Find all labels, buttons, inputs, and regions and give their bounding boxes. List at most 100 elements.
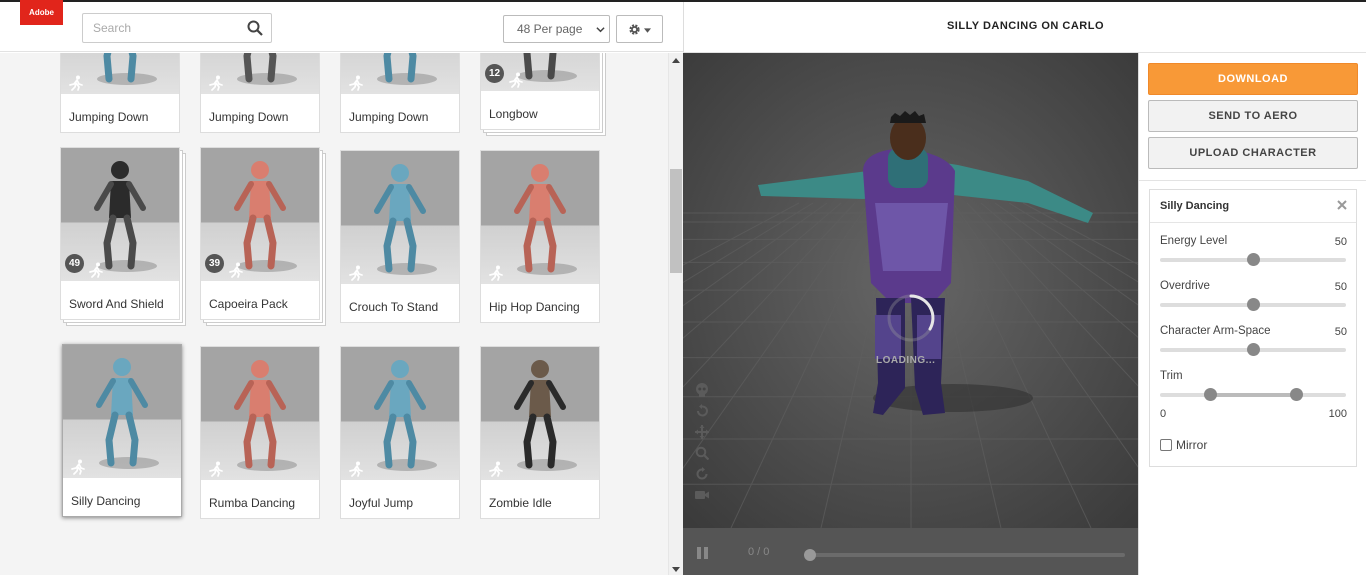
per-page-select[interactable]: 48 Per page <box>503 15 610 43</box>
animation-card-label: Joyful Jump <box>349 496 414 510</box>
rotate-icon[interactable] <box>695 467 709 481</box>
card-face[interactable]: Zombie Idle <box>480 346 600 519</box>
animation-thumbnail: 49 <box>61 148 179 281</box>
animation-thumbnail <box>201 347 319 480</box>
animation-type-icon <box>89 262 103 278</box>
overdrive-label: Overdrive <box>1160 280 1210 292</box>
animation-type-icon <box>489 265 503 281</box>
move-icon[interactable] <box>695 425 709 439</box>
animation-card-label: Capoeira Pack <box>209 297 288 311</box>
per-page-value: 48 Per page <box>517 22 583 36</box>
card-face[interactable]: Joyful Jump <box>340 346 460 519</box>
trim-end-handle[interactable] <box>1289 388 1303 401</box>
energy-level-slider[interactable] <box>1160 253 1346 266</box>
adobe-logo[interactable]: Adobe <box>20 0 63 25</box>
settings-title: Silly Dancing <box>1160 200 1230 212</box>
animation-card-label: Rumba Dancing <box>209 496 296 510</box>
timeline-handle[interactable] <box>804 549 816 561</box>
animation-card-label: Jumping Down <box>349 110 429 124</box>
energy-level-handle[interactable] <box>1247 253 1260 266</box>
card-face[interactable]: 39 Capoeira Pack <box>200 147 320 320</box>
pause-button[interactable] <box>697 547 710 559</box>
close-icon[interactable] <box>1337 200 1347 210</box>
trim-range-fill <box>1210 393 1296 397</box>
animation-card[interactable]: Jumping Down <box>60 53 180 133</box>
animation-card[interactable]: 49 Sword And Shield <box>60 147 186 326</box>
trim-start-handle[interactable] <box>1204 388 1218 401</box>
animation-type-icon <box>69 75 83 91</box>
skull-icon[interactable] <box>695 383 709 397</box>
viewer-header: SILLY DANCING ON CARLO <box>683 2 1366 53</box>
3d-viewer[interactable]: LOADING... 0 / 0 <box>683 53 1138 575</box>
animation-card[interactable]: Hip Hop Dancing <box>480 150 600 323</box>
animation-card-label: Longbow <box>489 107 538 121</box>
loading-text: LOADING... <box>876 355 936 366</box>
card-face[interactable]: Jumping Down <box>340 53 460 133</box>
trim-max-value: 100 <box>1328 408 1347 420</box>
panel-divider <box>1139 180 1366 181</box>
card-face[interactable]: Hip Hop Dancing <box>480 150 600 323</box>
search-icon[interactable] <box>247 20 263 36</box>
animation-card[interactable]: Jumping Down <box>200 53 320 133</box>
animation-thumbnail <box>341 151 459 284</box>
overdrive-slider[interactable] <box>1160 298 1346 311</box>
animation-grid: Jumping Down Jumping Down Jumping Down 12 Lo… <box>0 53 668 575</box>
card-face[interactable]: Rumba Dancing <box>200 346 320 519</box>
energy-level-label: Energy Level <box>1160 235 1228 247</box>
mirror-checkbox[interactable] <box>1160 439 1172 451</box>
overdrive-handle[interactable] <box>1247 298 1260 311</box>
upload-character-button[interactable]: UPLOAD CHARACTER <box>1148 137 1358 169</box>
animation-card[interactable]: Crouch To Stand <box>340 150 460 323</box>
animation-type-icon <box>209 75 223 91</box>
scroll-thumb[interactable] <box>670 169 682 273</box>
animation-card[interactable]: 39 Capoeira Pack <box>200 147 326 326</box>
arm-space-label: Character Arm-Space <box>1160 325 1271 337</box>
undo-icon[interactable] <box>695 404 709 418</box>
mirror-option[interactable]: Mirror <box>1160 438 1207 452</box>
card-face[interactable]: Jumping Down <box>60 53 180 133</box>
trim-label: Trim <box>1160 370 1183 382</box>
playback-bar: 0 / 0 <box>683 528 1138 575</box>
download-button[interactable]: DOWNLOAD <box>1148 63 1358 95</box>
animation-card[interactable]: Rumba Dancing <box>200 346 320 519</box>
gear-icon <box>629 24 640 35</box>
animation-card[interactable]: Jumping Down <box>340 53 460 133</box>
pack-count-badge: 12 <box>485 64 504 83</box>
animation-card[interactable]: Zombie Idle <box>480 346 600 519</box>
animation-card[interactable]: Joyful Jump <box>340 346 460 519</box>
search-input[interactable] <box>82 13 272 43</box>
pack-count-badge: 49 <box>65 254 84 273</box>
arm-space-value: 50 <box>1334 326 1347 338</box>
animation-type-icon <box>209 461 223 477</box>
animation-card-label: Jumping Down <box>69 110 149 124</box>
card-face[interactable]: 49 Sword And Shield <box>60 147 180 320</box>
scroll-up-arrow[interactable] <box>672 58 680 63</box>
energy-level-value: 50 <box>1334 236 1347 248</box>
scroll-down-arrow[interactable] <box>672 567 680 572</box>
card-face[interactable]: Jumping Down <box>200 53 320 133</box>
grid-scrollbar[interactable] <box>668 53 683 575</box>
animation-card[interactable]: 12 Longbow <box>480 53 606 136</box>
animation-settings-panel: Silly Dancing Energy Level 50 Overdrive … <box>1149 189 1357 467</box>
trim-range-slider[interactable] <box>1160 388 1346 401</box>
card-face[interactable]: Silly Dancing <box>62 344 182 517</box>
animation-thumbnail <box>201 53 319 94</box>
card-face[interactable]: 12 Longbow <box>480 53 600 130</box>
animation-thumbnail: 12 <box>481 53 599 91</box>
pack-count-badge: 39 <box>205 254 224 273</box>
trim-min-value: 0 <box>1160 408 1167 420</box>
send-to-aero-button[interactable]: SEND TO AERO <box>1148 100 1358 132</box>
arm-space-slider[interactable] <box>1160 343 1346 356</box>
settings-divider <box>1150 222 1356 223</box>
animation-thumbnail <box>61 53 179 94</box>
arm-space-handle[interactable] <box>1247 343 1260 356</box>
card-face[interactable]: Crouch To Stand <box>340 150 460 323</box>
zoom-icon[interactable] <box>695 446 709 460</box>
animation-card[interactable]: Silly Dancing <box>62 344 182 517</box>
timeline-slider[interactable] <box>804 549 1125 561</box>
camera-icon[interactable] <box>695 488 709 502</box>
animation-type-icon <box>349 265 363 281</box>
animation-type-icon <box>71 459 85 475</box>
settings-menu-button[interactable] <box>616 15 663 43</box>
overdrive-value: 50 <box>1334 281 1347 293</box>
